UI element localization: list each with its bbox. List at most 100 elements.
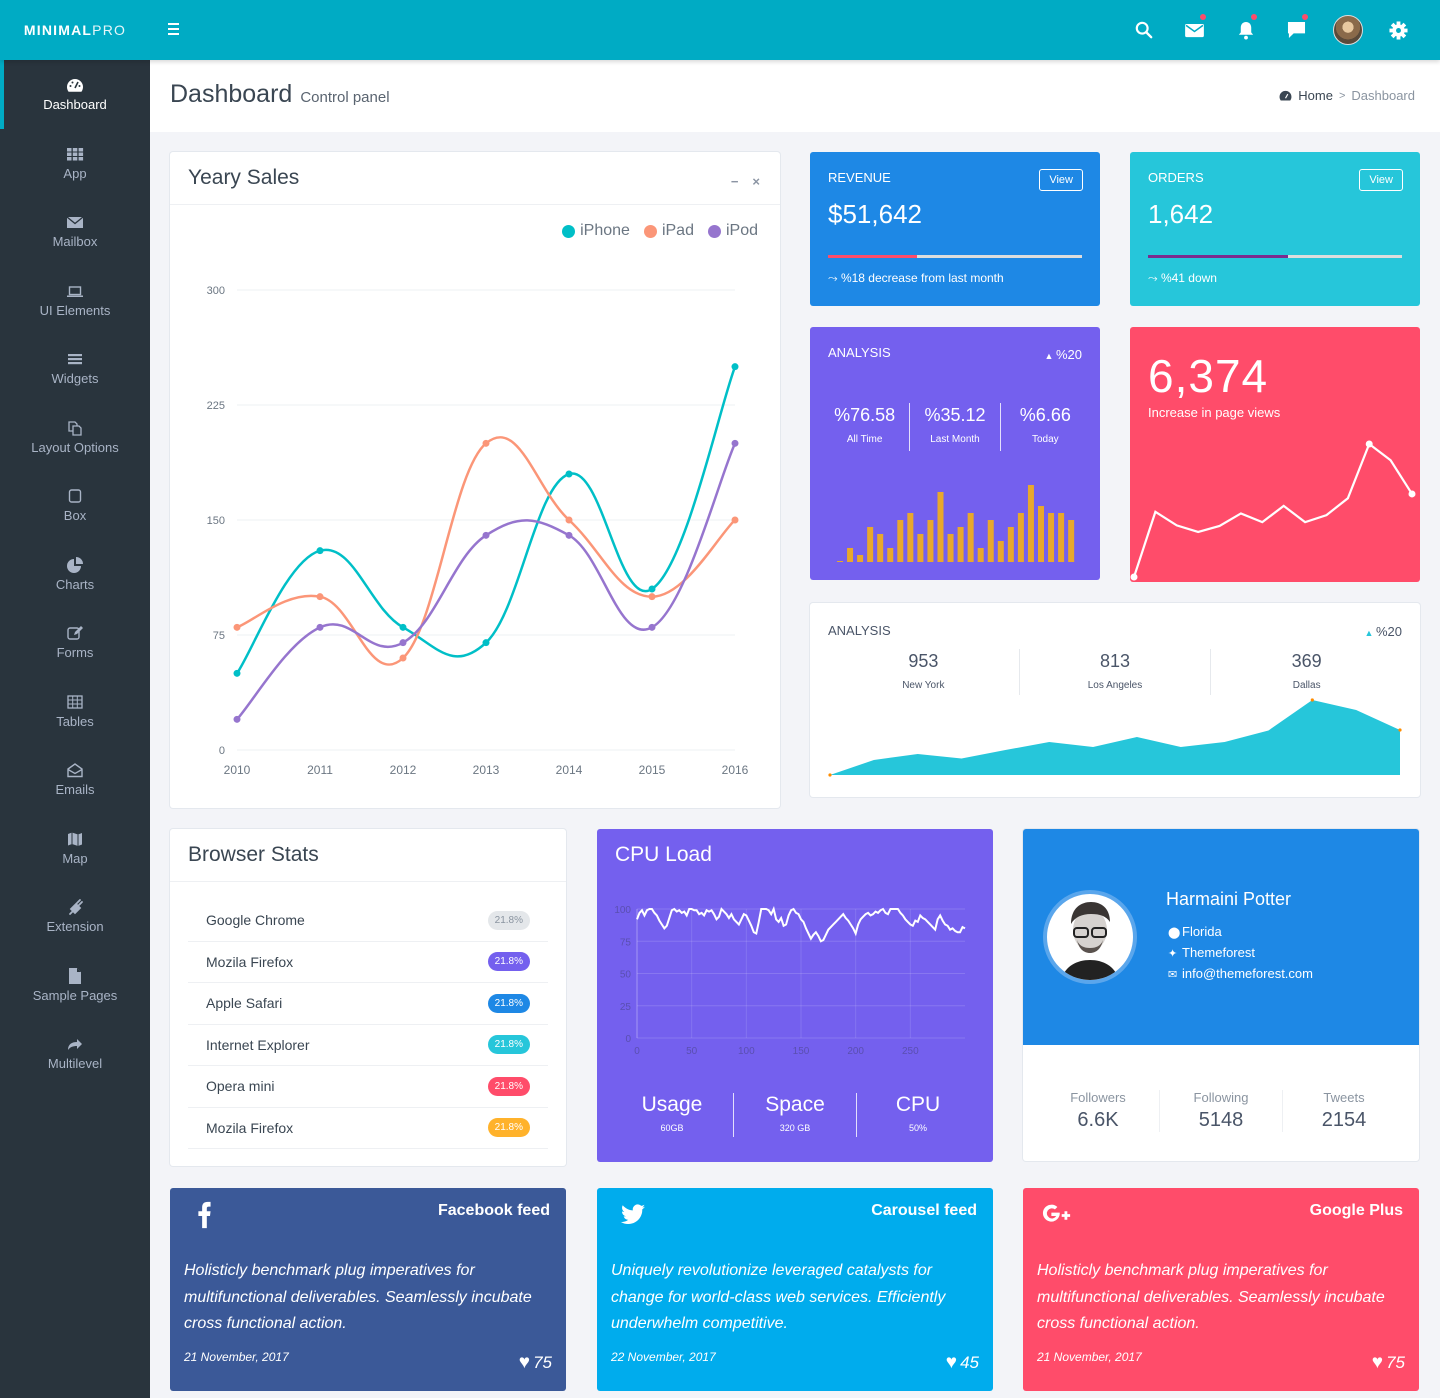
chat-button[interactable] [1271,0,1322,60]
x-tick-label: 2015 [639,763,666,777]
stat-label: Tweets [1323,1090,1365,1105]
sidebar-item-label: Multilevel [47,1056,103,1072]
x-tick-label: 2014 [556,763,583,777]
page-title: Dashboard Control panel [170,80,390,109]
sidebar-item-emails[interactable]: Emails [0,745,150,814]
notification-dot [1200,14,1206,20]
sidebar-item-mailbox[interactable]: Mailbox [0,197,150,266]
browser-row[interactable]: Internet Explorer 21.8% [188,1025,548,1066]
sidebar-item-widgets[interactable]: Widgets [0,334,150,403]
bar [1007,527,1014,562]
view-button[interactable]: View [1039,169,1083,191]
stat-value: 320 GB [779,1123,811,1133]
like-button[interactable]: ♥ 45 [946,1352,979,1374]
data-point-ipad [482,439,490,447]
plug-icon [69,899,83,916]
data-point [1408,490,1416,498]
x-tick-label: 2011 [307,763,333,777]
x-tick-label: 50 [686,1046,698,1057]
sidebar: Dashboard App Mailbox UI Elements Widgets Lay… [0,60,150,1398]
envelope-icon: ✉ [1168,969,1178,981]
x-tick-label: 100 [738,1046,755,1057]
y-tick-label: 25 [620,1002,632,1013]
data-point-ipod [233,715,241,723]
progress-bar [828,255,1082,258]
stat-item: Space 320 GB [733,1093,856,1137]
twitter-icon [620,1204,646,1225]
sidebar-item-label: Sample Pages [32,987,118,1003]
feed-text: Holisticly benchmark plug imperatives fo… [1037,1262,1385,1332]
sidebar-item-label: Layout Options [31,439,119,455]
profile-details: ⬤ Florida ✦ Themeforest ✉ info@themeforest.… [1168,922,1313,985]
browser-row[interactable]: Mozila Firefox 21.8% [188,1108,548,1149]
browser-name: Google Chrome [206,912,305,929]
percent-badge: 21.8% [487,1076,530,1096]
sidebar-item-label: Box [63,508,87,524]
stat-label: Following [1193,1090,1249,1105]
profile-header: Harmaini Potter ⬤ Florida ✦ Themeforest ✉ i… [1023,829,1419,1045]
user-avatar [1332,15,1363,45]
sidebar-item-extension[interactable]: Extension [0,882,150,951]
breadcrumb-current: Dashboard [1351,88,1415,103]
data-point [1310,698,1314,702]
sidebar-item-charts[interactable]: Charts [0,540,150,609]
profile-email[interactable]: ✉ info@themeforest.com [1168,964,1313,985]
like-button[interactable]: ♥ 75 [519,1352,552,1374]
analysis-bar-chart [837,485,1075,562]
menu-toggle-icon[interactable] [168,20,184,40]
bar [997,541,1004,562]
dashboard-icon [67,79,83,93]
browser-row[interactable]: Opera mini 21.8% [188,1066,548,1108]
page-views-card: 6,374 Increase in page views [1130,327,1420,582]
map-marker-icon: ⬤ [1168,927,1181,939]
search-button[interactable] [1118,0,1169,60]
breadcrumb-separator: > [1338,89,1346,102]
stat-item: Followers 6.6K [1037,1090,1159,1132]
y-tick-label: 75 [213,630,225,642]
sidebar-item-label: UI Elements [39,302,111,318]
sidebar-item-forms[interactable]: Forms [0,608,150,677]
cpu-load-card: CPU Load 0 25 50 75 100 0 50 100 150 200 250 Usage… [597,829,993,1162]
percent-badge: 21.8% [487,1118,530,1138]
progress-bar [1148,255,1402,258]
feed-title: Carousel feed [871,1202,977,1219]
sidebar-item-map[interactable]: Map [0,814,150,883]
browser-row[interactable]: Apple Safari 21.8% [188,983,548,1025]
logo[interactable]: MINIMAL PRO [0,0,150,60]
x-tick-label: 200 [847,1046,864,1057]
profile-location: ⬤ Florida [1168,922,1313,943]
feed-title: Facebook feed [437,1202,550,1219]
y-tick-label: 300 [207,285,225,297]
breadcrumb-home[interactable]: Home [1298,88,1333,103]
notifications-button[interactable] [1220,0,1271,60]
content-header: Dashboard Control panel Home > Dashboard [150,60,1440,132]
view-button[interactable]: View [1359,169,1403,191]
bar [1058,513,1065,562]
browser-row[interactable]: Google Chrome 21.8% [188,900,548,942]
settings-button[interactable] [1373,0,1424,60]
sidebar-item-dashboard[interactable]: Dashboard [0,60,150,129]
data-point-iphone [399,623,407,631]
data-point-ipod [731,439,739,447]
mail-button[interactable] [1169,0,1220,60]
sidebar-item-box[interactable]: Box [0,471,150,540]
google-plus-icon [1042,1204,1071,1222]
sidebar-item-sample-pages[interactable]: Sample Pages [0,951,150,1020]
bar [917,534,924,562]
profile-twitter[interactable]: ✦ Themeforest [1168,943,1313,964]
sidebar-item-multilevel[interactable]: Multilevel [0,1019,150,1088]
sidebar-item-tables[interactable]: Tables [0,677,150,746]
sidebar-item-layout-options[interactable]: Layout Options [0,403,150,472]
sidebar-item-app[interactable]: App [0,129,150,198]
sidebar-item-label: Extension [46,919,104,935]
like-button[interactable]: ♥ 75 [1372,1352,1405,1374]
user-menu-button[interactable] [1322,0,1373,60]
bar [947,534,954,562]
bar [1038,506,1044,562]
browser-row[interactable]: Mozila Firefox 21.8% [188,942,548,983]
bar [867,527,874,562]
profile-avatar [1043,890,1137,984]
browser-name: Apple Safari [206,995,283,1012]
page-subtitle: Control panel [300,89,390,106]
sidebar-item-ui-elements[interactable]: UI Elements [0,266,150,335]
